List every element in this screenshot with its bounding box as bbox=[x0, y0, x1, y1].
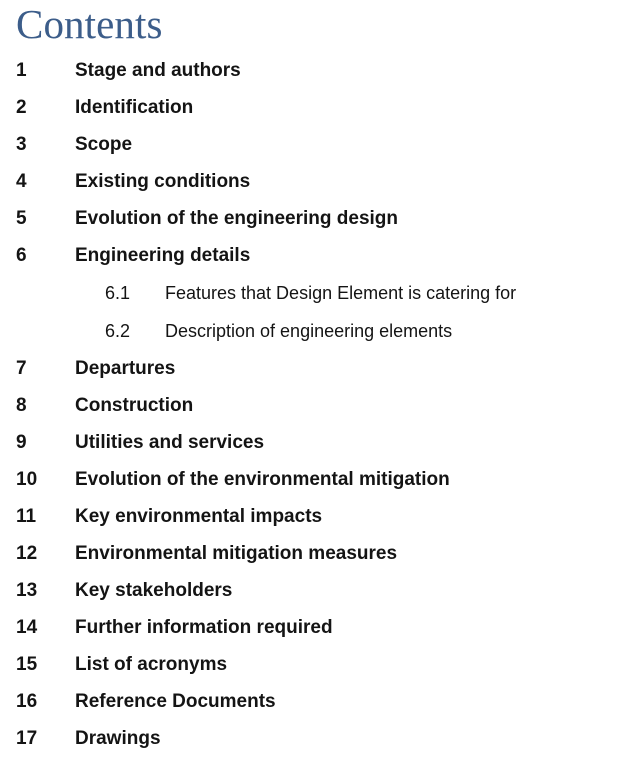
toc-entry[interactable]: 14 Further information required bbox=[0, 609, 642, 646]
toc-entry-label: Features that Design Element is catering… bbox=[165, 283, 517, 303]
toc-entry-number: 12 bbox=[16, 543, 38, 564]
toc-entry-label: Evolution of the environmental mitigatio… bbox=[75, 469, 450, 490]
toc-entry[interactable]: 9 Utilities and services bbox=[0, 424, 642, 461]
toc-entry-label: Reference Documents bbox=[75, 691, 276, 712]
toc-entry-number: 11 bbox=[16, 506, 37, 527]
toc-entry-number: 16 bbox=[16, 691, 38, 712]
toc-entry-label: Construction bbox=[75, 395, 194, 416]
toc-entry-number: 3 bbox=[16, 134, 27, 155]
toc-entry[interactable]: 10 Evolution of the environmental mitigat… bbox=[0, 461, 642, 498]
toc-entry[interactable]: 7 Departures bbox=[0, 350, 642, 387]
toc-entry[interactable]: 6.1 Features that Design Element is cater… bbox=[0, 274, 642, 312]
toc-entry-label: Key environmental impacts bbox=[75, 506, 323, 527]
toc-entry[interactable]: 13 Key stakeholders bbox=[0, 572, 642, 609]
toc-entry[interactable]: 3 Scope bbox=[0, 126, 642, 163]
toc-entry-number: 4 bbox=[16, 171, 27, 192]
toc-entry[interactable]: 5 Evolution of the engineering design bbox=[0, 200, 642, 237]
toc-entry-label: Departures bbox=[75, 358, 176, 379]
document-page: Contents 1 Stage and authors 2 Identificati… bbox=[0, 0, 642, 769]
toc-entry-label: Drawings bbox=[75, 728, 161, 749]
toc-entry-label: Evolution of the engineering design bbox=[75, 208, 399, 229]
toc-entry-label: Further information required bbox=[75, 617, 333, 638]
toc-entry-number: 17 bbox=[16, 728, 38, 749]
toc-entry-label: Scope bbox=[75, 134, 133, 155]
toc-entry-number: 10 bbox=[16, 469, 38, 490]
toc-entry[interactable]: 6.2 Description of engineering elements bbox=[0, 312, 642, 350]
toc-entry[interactable]: 6 Engineering details bbox=[0, 237, 642, 274]
toc-entry-number: 2 bbox=[16, 97, 27, 118]
toc-entry-label: Description of engineering elements bbox=[165, 321, 453, 341]
toc-entry-number: 14 bbox=[16, 617, 38, 638]
toc-entry-label: Stage and authors bbox=[75, 60, 241, 81]
toc-entry-number: 6.2 bbox=[105, 321, 131, 341]
toc-entry-number: 8 bbox=[16, 395, 27, 416]
toc-entry[interactable]: 4 Existing conditions bbox=[0, 163, 642, 200]
toc-entry-number: 6.1 bbox=[105, 283, 131, 303]
toc-entry-number: 5 bbox=[16, 208, 27, 229]
toc-entry-number: 1 bbox=[16, 60, 27, 81]
toc-entry[interactable]: 12 Environmental mitigation measures bbox=[0, 535, 642, 572]
toc-entry[interactable]: 15 List of acronyms bbox=[0, 646, 642, 683]
toc-entry-label: Existing conditions bbox=[75, 171, 251, 192]
toc-entry-number: 9 bbox=[16, 432, 27, 453]
toc-entry-number: 7 bbox=[16, 358, 27, 379]
toc-entry[interactable]: 8 Construction bbox=[0, 387, 642, 424]
toc-entry-number: 6 bbox=[16, 245, 27, 266]
toc-entry-label: Key stakeholders bbox=[75, 580, 233, 601]
toc-entry-label: Environmental mitigation measures bbox=[75, 543, 398, 564]
toc-entry-label: Utilities and services bbox=[75, 432, 265, 453]
toc-entry[interactable]: 11 Key environmental impacts bbox=[0, 498, 642, 535]
toc-entry-label: List of acronyms bbox=[75, 654, 228, 675]
toc-entry[interactable]: 1 Stage and authors bbox=[0, 52, 642, 89]
toc-entry[interactable]: 16 Reference Documents bbox=[0, 683, 642, 720]
toc-entry-number: 15 bbox=[16, 654, 38, 675]
toc-entry-label: Identification bbox=[75, 97, 194, 118]
toc-entry[interactable]: 17 Drawings bbox=[0, 720, 642, 757]
table-of-contents-list: 1 Stage and authors 2 Identification 3 Scope 4… bbox=[0, 52, 642, 757]
toc-entry[interactable]: 2 Identification bbox=[0, 89, 642, 126]
toc-entry-label: Engineering details bbox=[75, 245, 251, 266]
toc-entry-number: 13 bbox=[16, 580, 38, 601]
page-title: Contents bbox=[16, 1, 163, 47]
